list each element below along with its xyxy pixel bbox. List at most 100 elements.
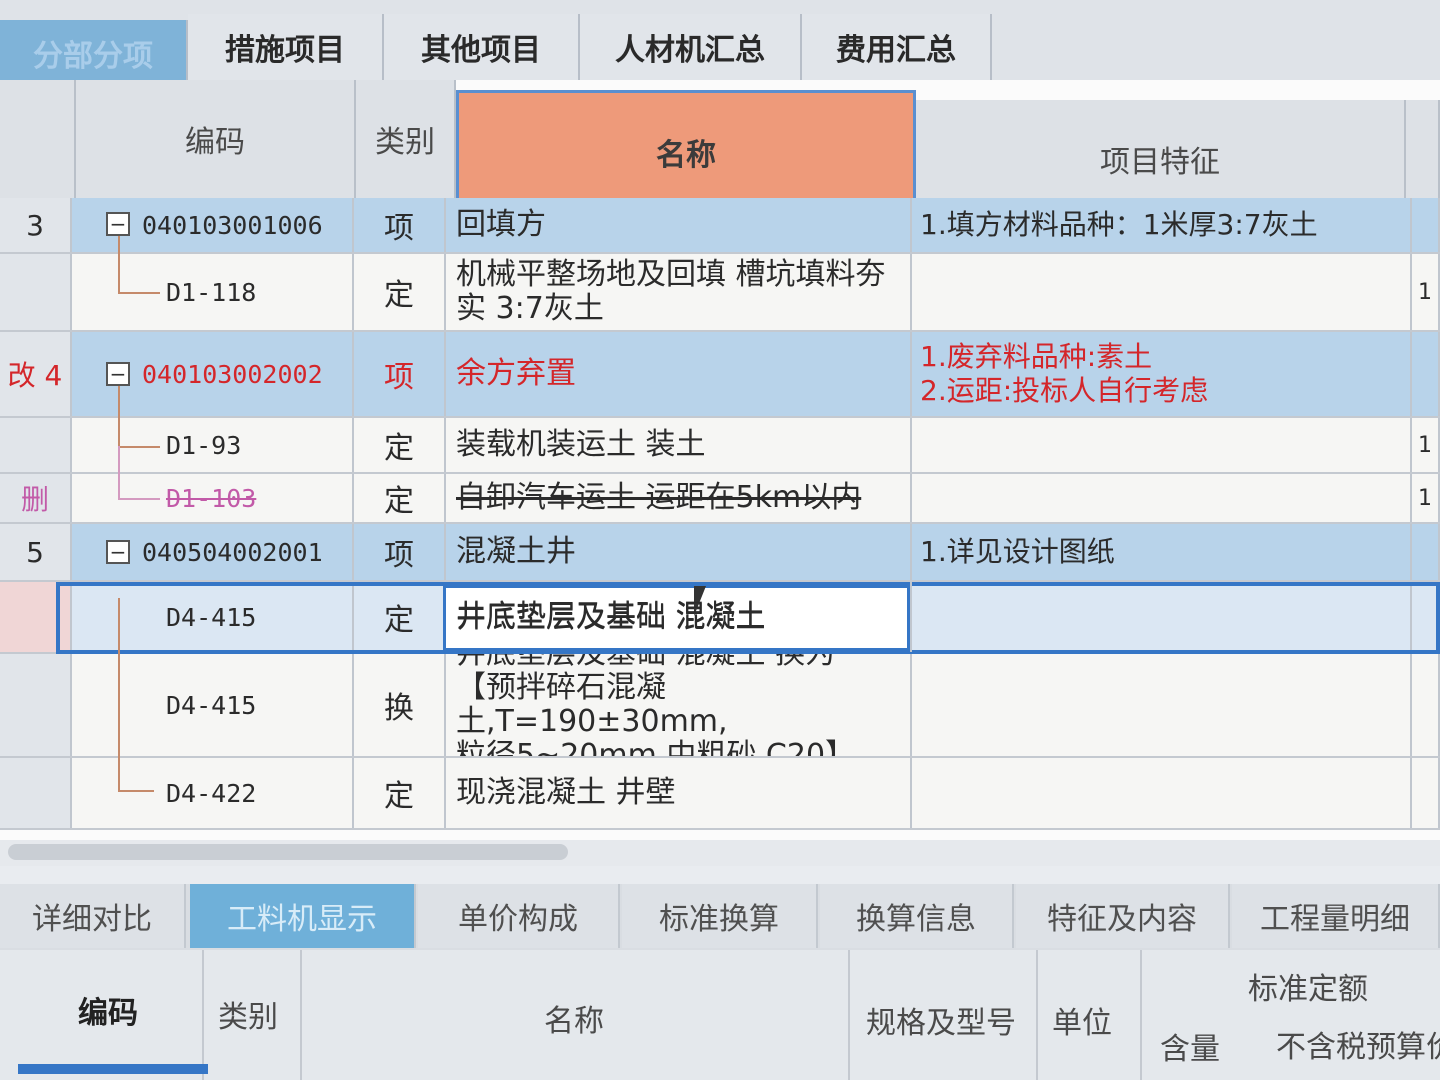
table-row[interactable]: 删 D1-103 定 自卸汽车运土 运距在5km以内 1 — [0, 474, 1440, 524]
column-divider — [1140, 950, 1142, 1080]
table-row[interactable]: D1-118 定 机械平整场地及回填 槽坑填料夯实 3:7灰土 1 — [0, 254, 1440, 332]
bottom-tab-bar: 详细对比 工料机显示 单价构成 标准换算 换算信息 特征及内容 工程量明细 — [0, 884, 1440, 950]
name-line: 粒径5~20mm,中粗砂,C20】 — [456, 738, 856, 757]
item-name[interactable]: 井底垫层及基础 混凝土 换为 【预拌碎石混凝土,T=190±30mm, 粒径5~… — [446, 654, 912, 756]
item-name[interactable]: 现浇混凝土 井壁 — [446, 758, 912, 828]
tab-division-items[interactable]: 分部分项 — [0, 20, 188, 86]
tab-detail-compare[interactable]: 详细对比 — [0, 884, 186, 948]
table-row[interactable]: D4-422 定 现浇混凝土 井壁 — [0, 758, 1440, 830]
selection-indicator — [18, 1064, 208, 1074]
tree-connector — [118, 446, 160, 500]
table-row[interactable]: 改 4 040103002002 项 余方弃置 1.废弃料品种:素土 2.运距:… — [0, 332, 1440, 418]
item-feature[interactable]: 1.废弃料品种:素土 2.运距:投标人自行考虑 — [912, 332, 1412, 416]
item-feature[interactable]: 1.详见设计图纸 — [912, 524, 1412, 580]
item-extra[interactable] — [1412, 332, 1440, 416]
column-divider — [202, 950, 204, 1080]
item-name[interactable]: 机械平整场地及回填 槽坑填料夯实 3:7灰土 — [446, 254, 912, 330]
column-divider — [300, 950, 302, 1080]
item-type[interactable]: 项 — [354, 332, 446, 416]
item-extra[interactable] — [1412, 524, 1440, 580]
header-price-excl-tax[interactable]: 不含税预算价 — [1276, 1022, 1440, 1066]
tab-cost-summary[interactable]: 费用汇总 — [802, 14, 992, 80]
table-row[interactable]: 5 040504002001 项 混凝土井 1.详见设计图纸 — [0, 524, 1440, 582]
row-number: 3 — [0, 198, 72, 252]
item-extra[interactable]: 1 — [1412, 474, 1440, 522]
tab-quantity-detail[interactable]: 工程量明细 — [1232, 884, 1440, 948]
row-number: 5 — [0, 524, 72, 580]
tab-unit-price-composition[interactable]: 单价构成 — [418, 884, 620, 948]
tab-conversion-info[interactable]: 换算信息 — [820, 884, 1014, 948]
header-code[interactable]: 编码 — [76, 80, 356, 200]
tab-labor-material-machine[interactable]: 工料机显示 — [190, 884, 416, 948]
tree-connector — [118, 598, 154, 792]
tab-other-items[interactable]: 其他项目 — [384, 14, 580, 80]
table-row[interactable]: 3 040103001006 项 回填方 1.填方材料品种：1米厚3:7灰土 — [0, 198, 1440, 254]
item-extra[interactable] — [1412, 654, 1440, 756]
scrollbar-thumb[interactable] — [8, 844, 568, 860]
item-type[interactable]: 换 — [354, 654, 446, 756]
feature-line: 1.废弃料品种:素土 — [920, 340, 1153, 373]
item-code[interactable]: D1-93 — [72, 418, 354, 472]
header-name[interactable]: 名称 — [544, 996, 604, 1040]
item-type[interactable]: 定 — [354, 474, 446, 522]
item-type[interactable]: 项 — [354, 198, 446, 252]
row-number-modified: 改 4 — [0, 332, 72, 416]
item-feature[interactable] — [912, 474, 1412, 522]
item-name[interactable]: 井底垫层及基础 混凝土 — [446, 582, 912, 652]
header-code[interactable]: 编码 — [78, 988, 138, 1032]
top-tab-bar: 分部分项 措施项目 其他项目 人材机汇总 费用汇总 — [0, 0, 1440, 86]
tab-features-content[interactable]: 特征及内容 — [1016, 884, 1230, 948]
header-type[interactable]: 类别 — [356, 80, 456, 200]
item-type[interactable]: 定 — [354, 254, 446, 330]
item-code[interactable]: D4-415 — [72, 654, 354, 756]
item-feature[interactable] — [912, 418, 1412, 472]
item-code[interactable]: D4-422 — [72, 758, 354, 828]
tab-labor-material-summary[interactable]: 人材机汇总 — [580, 14, 802, 80]
feature-line: 2.运距:投标人自行考虑 — [920, 374, 1209, 407]
table-row[interactable]: D1-93 定 装载机装运土 装土 1 — [0, 418, 1440, 474]
item-extra[interactable]: 1 — [1412, 418, 1440, 472]
row-number — [0, 654, 72, 756]
header-type[interactable]: 类别 — [218, 992, 278, 1036]
horizontal-scrollbar[interactable] — [0, 840, 1440, 866]
item-type[interactable]: 定 — [354, 758, 446, 828]
header-spec[interactable]: 规格及型号 — [866, 998, 1016, 1042]
item-feature[interactable] — [912, 654, 1412, 756]
header-content[interactable]: 含量 — [1160, 1024, 1220, 1068]
header-unit[interactable]: 单位 — [1052, 998, 1112, 1042]
item-type[interactable]: 项 — [354, 524, 446, 580]
row-number — [0, 254, 72, 330]
row-number-deleted: 删 — [0, 474, 72, 522]
header-row-number — [0, 80, 76, 200]
item-type[interactable]: 定 — [354, 418, 446, 472]
item-feature[interactable]: 1.填方材料品种：1米厚3:7灰土 — [912, 198, 1412, 252]
item-name[interactable]: 混凝土井 — [446, 524, 912, 580]
item-extra[interactable] — [1412, 758, 1440, 828]
item-name[interactable]: 余方弃置 — [446, 332, 912, 416]
item-name[interactable]: 自卸汽车运土 运距在5km以内 — [446, 474, 912, 522]
row-number — [0, 418, 72, 472]
name-line: 井底垫层及基础 混凝土 换为 — [456, 654, 835, 671]
item-code[interactable]: D1-103 — [72, 474, 354, 522]
item-code[interactable]: D1-118 — [72, 254, 354, 330]
row-number — [0, 758, 72, 828]
item-name[interactable]: 装载机装运土 装土 — [446, 418, 912, 472]
table-row[interactable]: D4-415 换 井底垫层及基础 混凝土 换为 【预拌碎石混凝土,T=190±3… — [0, 654, 1440, 758]
item-extra[interactable] — [1412, 198, 1440, 252]
collapse-icon[interactable]: − — [106, 362, 130, 386]
header-standard-quota[interactable]: 标准定额 — [1248, 964, 1368, 1008]
tab-measure-items[interactable]: 措施项目 — [188, 14, 384, 80]
header-name[interactable]: 名称 — [456, 90, 916, 214]
collapse-icon[interactable]: − — [106, 212, 130, 236]
collapse-icon[interactable]: − — [106, 540, 130, 564]
resource-grid-header: 编码 类别 名称 规格及型号 单位 标准定额 含量 不含税预算价 — [0, 950, 1440, 1080]
item-feature[interactable] — [912, 758, 1412, 828]
column-divider — [1036, 950, 1038, 1080]
tree-connector — [118, 386, 160, 448]
tab-standard-conversion[interactable]: 标准换算 — [622, 884, 818, 948]
tree-connector — [118, 236, 160, 294]
item-feature[interactable] — [912, 254, 1412, 330]
column-divider — [848, 950, 850, 1080]
item-name[interactable]: 回填方 — [446, 198, 912, 252]
item-extra[interactable]: 1 — [1412, 254, 1440, 330]
